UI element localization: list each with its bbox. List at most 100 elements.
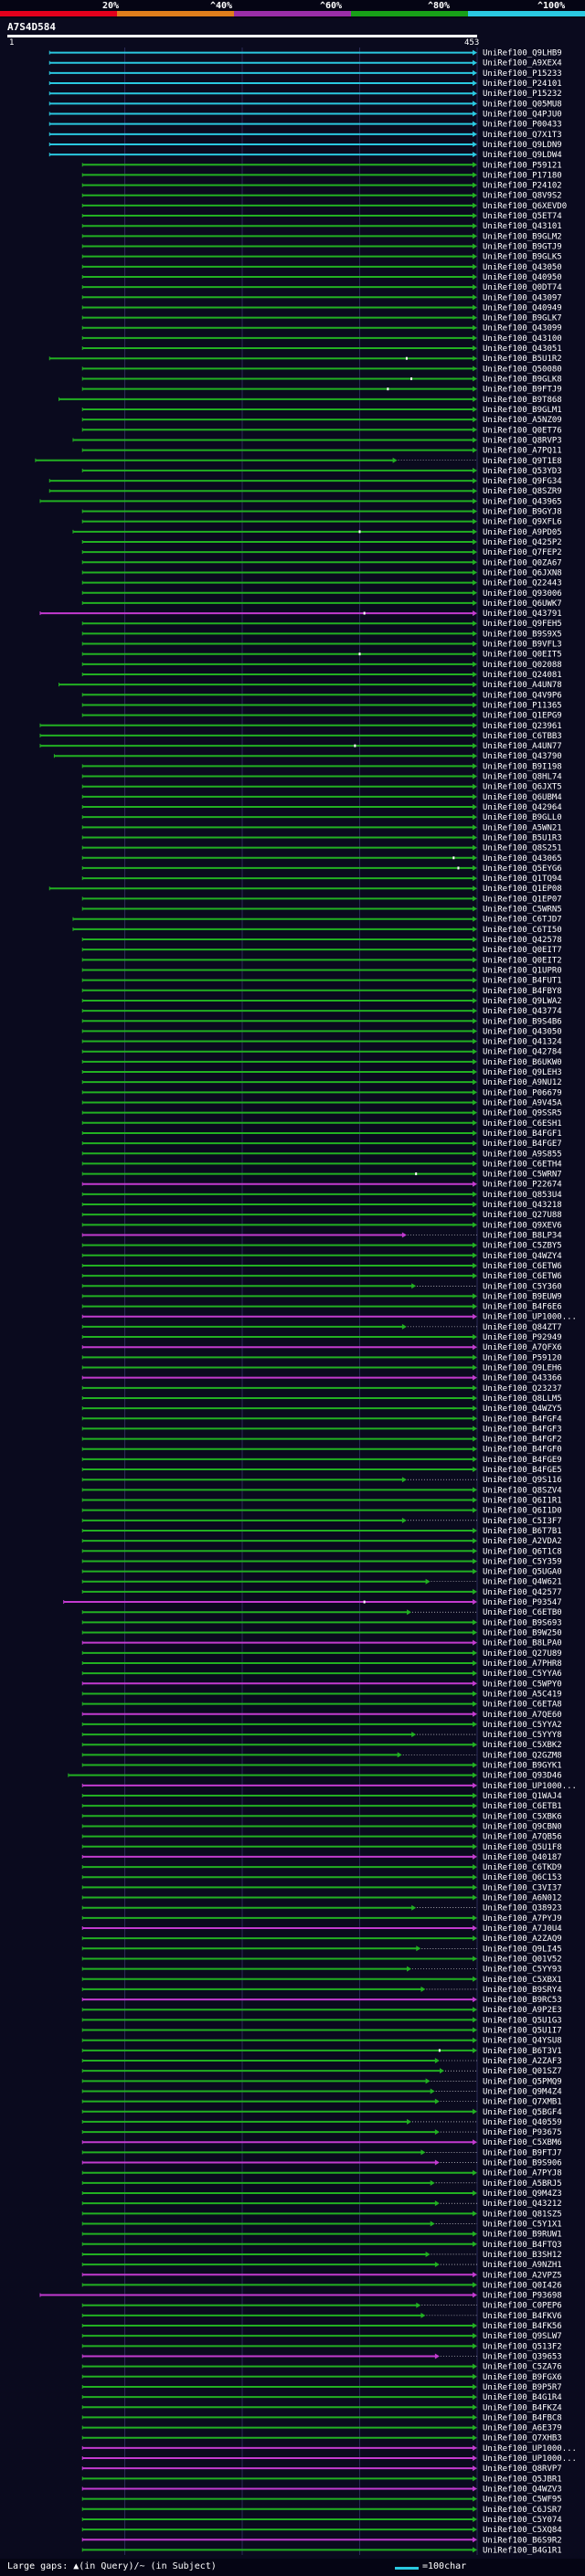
hit-label: UniRef100_Q5U1G3 xyxy=(483,2016,562,2025)
hit-arrow-icon xyxy=(473,478,477,484)
hit-label: UniRef100_C0PEP6 xyxy=(483,2302,562,2311)
hit-arrow-icon xyxy=(473,1140,477,1147)
hit-arrow-icon xyxy=(473,192,477,198)
hit-label: UniRef100_B9VFL3 xyxy=(483,641,562,650)
hit-label: UniRef100_A6E379 xyxy=(483,2424,562,2433)
hit-arrow-icon xyxy=(473,1538,477,1544)
hit-arrow-icon xyxy=(401,1232,407,1238)
hit-label: UniRef100_Q40949 xyxy=(483,303,562,313)
hit-label: UniRef100_B4G1R1 xyxy=(483,2546,562,2555)
hit-arrow-icon xyxy=(473,631,477,637)
hit-label: UniRef100_P59121 xyxy=(483,161,562,170)
hit-label: UniRef100_UP1000... xyxy=(483,1313,577,1322)
hit-arrow-icon xyxy=(473,947,477,953)
hit-label: UniRef100_Q9XFL6 xyxy=(483,518,562,527)
hit-label: UniRef100_B9T868 xyxy=(483,396,562,405)
hit-label: UniRef100_B3SH12 xyxy=(483,2251,562,2260)
hit-label: UniRef100_Q02088 xyxy=(483,661,562,670)
hit-arrow-icon xyxy=(473,753,477,759)
hit-arrow-icon xyxy=(473,2007,477,2013)
hit-arrow-icon xyxy=(473,141,477,147)
hit-arrow-icon xyxy=(473,1976,477,1982)
hit-label: UniRef100_Q9LHB9 xyxy=(483,49,562,58)
hit-label: UniRef100_B5U1R3 xyxy=(483,833,562,843)
hit-arrow-icon xyxy=(473,1864,477,1871)
hit-arrow-icon xyxy=(473,366,477,372)
hit-arrow-icon xyxy=(473,1813,477,1819)
hit-label: UniRef100_B9GTJ9 xyxy=(483,243,562,252)
hit-arrow-icon xyxy=(473,528,477,535)
hit-arrow-icon xyxy=(473,569,477,576)
hit-arrow-icon xyxy=(473,406,477,412)
hit-label: UniRef100_A7J0U4 xyxy=(483,1924,562,1934)
hit-arrow-icon xyxy=(473,1782,477,1788)
hit-arrow-icon xyxy=(473,1109,477,1116)
hit-arrow-icon xyxy=(473,1997,477,2003)
hit-label: UniRef100_B4FKZ4 xyxy=(483,2403,562,2412)
hit-label: UniRef100_Q23237 xyxy=(483,1384,562,1394)
hit-arrow-icon xyxy=(473,732,477,738)
hit-arrow-icon xyxy=(473,1853,477,1860)
hit-label: UniRef100_Q9FEH5 xyxy=(483,620,562,629)
hit-label: UniRef100_Q8V9S2 xyxy=(483,192,562,201)
hit-label: UniRef100_B4FGF2 xyxy=(483,1436,562,1445)
hit-arrow-icon xyxy=(473,1456,477,1462)
hit-arrow-icon xyxy=(473,376,477,382)
hit-arrow-icon xyxy=(473,2210,477,2217)
hit-label: UniRef100_C5WRN7 xyxy=(483,1171,562,1180)
gap-marker xyxy=(405,356,408,360)
hit-label: UniRef100_C5YYA6 xyxy=(483,1670,562,1679)
hit-label: UniRef100_Q6XEVD0 xyxy=(483,202,567,211)
hit-label: UniRef100_P93698 xyxy=(483,2292,562,2301)
hit-label: UniRef100_P11365 xyxy=(483,701,562,710)
hit-arrow-icon xyxy=(473,1894,477,1901)
hit-arrow-icon xyxy=(473,885,477,892)
hit-label: UniRef100_C5WPY0 xyxy=(483,1680,562,1689)
hit-arrow-icon xyxy=(473,334,477,341)
hit-arrow-icon xyxy=(473,1334,477,1341)
hit-arrow-icon xyxy=(473,692,477,698)
hit-label: UniRef100_Q27U89 xyxy=(483,1649,562,1659)
hit-label: UniRef100_Q43065 xyxy=(483,854,562,864)
hit-label: UniRef100_A5NZ09 xyxy=(483,416,562,425)
hit-label: UniRef100_Q4V9P6 xyxy=(483,691,562,700)
hit-label: UniRef100_C6ESH1 xyxy=(483,1119,562,1129)
hit-arrow-icon xyxy=(434,2159,440,2166)
hit-arrow-icon xyxy=(473,549,477,556)
hit-arrow-icon xyxy=(473,508,477,514)
hit-label: UniRef100_A2ZAQ9 xyxy=(483,1935,562,1944)
gap-marker xyxy=(438,2049,441,2052)
hit-label: UniRef100_Q40559 xyxy=(483,2118,562,2127)
hit-arrow-icon xyxy=(473,1588,477,1595)
hit-arrow-icon xyxy=(473,243,477,249)
hit-arrow-icon xyxy=(473,498,477,504)
hit-arrow-icon xyxy=(473,1089,477,1096)
hit-label: UniRef100_Q2GZM8 xyxy=(483,1751,562,1760)
hit-label: UniRef100_Q8S251 xyxy=(483,844,562,853)
hit-arrow-icon xyxy=(473,1527,477,1533)
hit-arrow-icon xyxy=(473,1079,477,1086)
hit-label: UniRef100_A9S855 xyxy=(483,1150,562,1159)
hit-label: UniRef100_A9P2E3 xyxy=(483,2006,562,2015)
hit-arrow-icon xyxy=(473,1426,477,1432)
hit-label: UniRef100_Q9CBN0 xyxy=(483,1822,562,1831)
hit-arrow-icon xyxy=(473,1150,477,1157)
hit-arrow-icon xyxy=(440,2068,445,2074)
hit-label: UniRef100_Q43050 xyxy=(483,1027,562,1036)
hit-arrow-icon xyxy=(473,1313,477,1320)
hit-label: UniRef100_A2VDA2 xyxy=(483,1537,562,1546)
hit-arrow-icon xyxy=(473,1884,477,1891)
hit-label: UniRef100_Q84ZT7 xyxy=(483,1323,562,1332)
hit-arrow-icon xyxy=(473,172,477,178)
hit-label: UniRef100_Q40950 xyxy=(483,273,562,282)
hit-label: UniRef100_B9GYJ8 xyxy=(483,508,562,517)
hit-arrow-icon xyxy=(473,844,477,851)
hit-label: UniRef100_Q43218 xyxy=(483,1201,562,1210)
hit-label: UniRef100_P59120 xyxy=(483,1353,562,1362)
hit-label: UniRef100_B5U1R2 xyxy=(483,355,562,364)
hit-arrow-icon xyxy=(473,1833,477,1839)
hit-arrow-icon xyxy=(473,2527,477,2533)
scale-bar-icon xyxy=(395,2567,419,2570)
hit-arrow-icon xyxy=(473,2139,477,2146)
hit-label: UniRef100_C6TBB3 xyxy=(483,732,562,741)
